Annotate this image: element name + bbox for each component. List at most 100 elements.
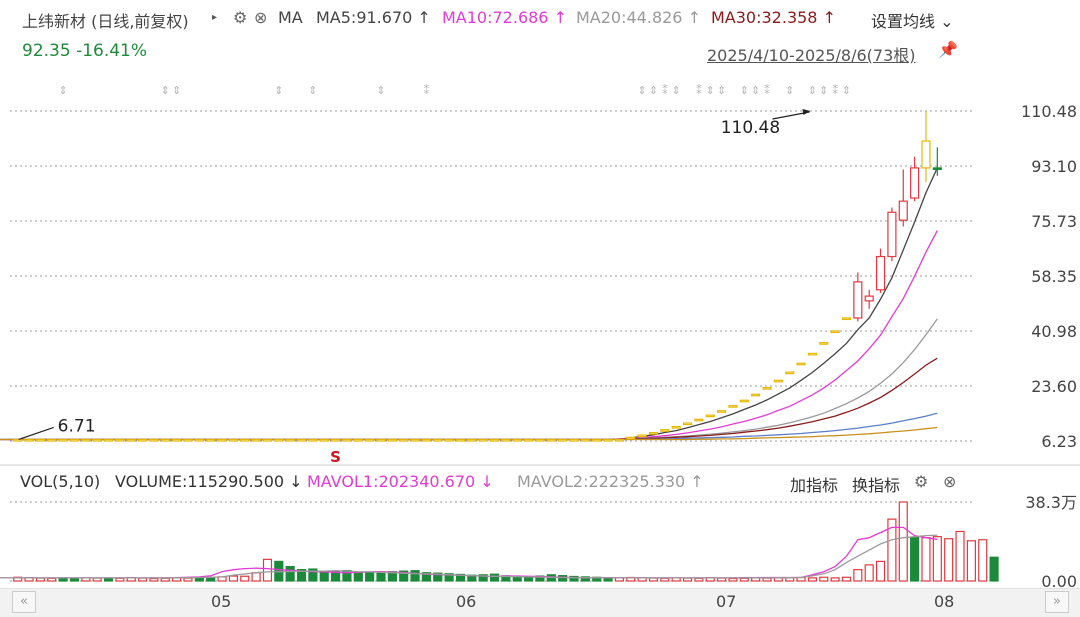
mavol-line-mavol2 [0,534,938,579]
candle [92,438,102,442]
gear-icon[interactable]: ⚙ [914,472,928,491]
volume-bar [160,577,170,582]
time-axis-bar: « 05 06 07 08 » [0,588,1080,617]
mavol-line-mavol1 [0,526,938,579]
candle [875,255,886,291]
kline-chart[interactable]: 110.48 93.10 75.73 58.35 40.98 23.60 6.23 38.3万… [0,0,1080,588]
x-tick-label: 07 [716,592,737,611]
x-tick-label: 06 [456,592,477,611]
candle [558,438,568,442]
ma-line-ma20 [0,318,938,441]
candle [887,211,897,258]
candle [535,438,545,442]
volume-bar [376,572,386,582]
candle [898,200,908,221]
event-marker: ⇕ [638,84,647,97]
event-marker: ⇕ [808,84,817,97]
event-marker: ⇕ [842,84,851,97]
scroll-right-button[interactable]: » [1045,591,1069,613]
volume-bar [853,569,863,582]
candle [251,438,261,442]
candle [410,438,420,442]
candle [421,438,431,442]
event-marker: ⇕ [672,84,681,97]
volume-bar [47,577,57,582]
add-indicator-button[interactable]: 加指标 [790,472,838,496]
candle [194,438,204,442]
volume-bar [728,577,738,582]
volume-bar [489,573,500,582]
volume-bar [103,577,114,582]
event-marker: ⁑ [832,84,838,97]
candle [183,438,193,442]
y-tick-label: 38.3万 [1025,493,1077,512]
candle [376,438,386,442]
candle [24,438,34,442]
candle [160,438,170,442]
y-tick-label: 93.10 [1031,157,1077,176]
event-marker: ⇕ [751,84,760,97]
candle [762,386,772,390]
candle [524,438,534,442]
volume-bar [944,538,954,582]
candle [489,438,500,442]
event-marker: ⇕ [717,84,726,97]
event-marker: ⁑ [662,84,668,97]
candle [569,438,579,442]
candle [172,438,182,442]
candle [705,414,715,418]
volume-bar [989,556,999,582]
volume-bar [921,537,931,582]
candle [103,438,114,442]
candle [217,438,227,442]
candle [365,438,375,442]
candle [592,438,602,442]
volume-bar [240,575,250,582]
volume-bar [365,572,375,582]
candle [47,438,57,442]
candle [81,438,91,442]
volume-bar [660,577,670,582]
mavol2-value: MAVOL2:222325.330 ↑ [517,472,704,491]
candle [785,371,795,375]
swap-indicator-button[interactable]: 换指标 [852,472,900,496]
candle [603,438,613,442]
candle [830,330,840,334]
candle [660,429,670,432]
candle [353,438,363,442]
candle [69,438,80,442]
candle [921,140,931,169]
volume-bar [115,577,125,582]
candle [841,317,852,321]
event-marker: ⇕ [819,84,828,97]
low-arrow [18,426,54,441]
candle [512,438,522,442]
volume-bar [978,539,988,582]
volume-bar [149,577,159,582]
candle [796,362,806,366]
candle [308,438,318,442]
candle [387,438,397,442]
candle [342,438,352,442]
close-icon[interactable]: ⊗ [943,472,956,491]
event-marker: ⇕ [308,84,317,97]
event-marker: ⁑ [696,84,702,97]
event-marker: ⇕ [274,84,283,97]
volume-bar [830,577,840,582]
candle [274,438,284,442]
x-tick-label: 08 [934,592,955,611]
scroll-left-button[interactable]: « [12,591,36,613]
candle [864,295,874,302]
candle [773,379,783,383]
candle [546,438,556,442]
candle [932,167,942,171]
candle [137,438,148,442]
vol-indicator-label[interactable]: VOL(5,10) [20,472,100,491]
y-tick-label: 6.23 [1041,432,1077,451]
candle [467,438,477,442]
volume-bar [910,537,920,582]
candle [13,438,23,442]
event-marker: ⇕ [785,84,794,97]
candle [296,438,307,442]
volume-bar [739,577,749,582]
